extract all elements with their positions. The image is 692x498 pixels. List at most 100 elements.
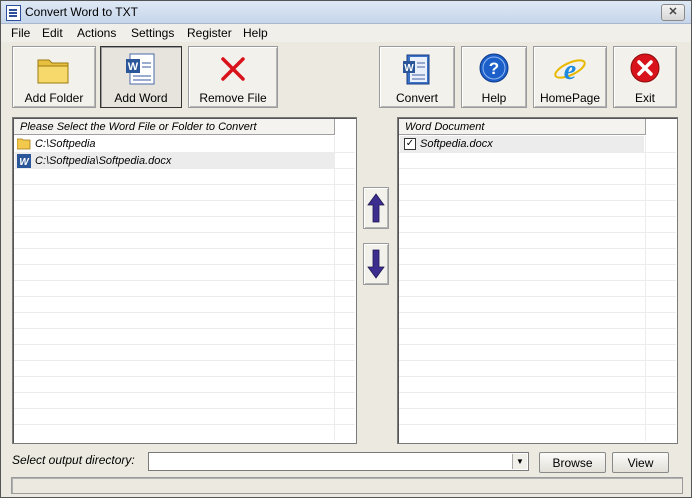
row-gridline [399, 424, 676, 425]
list-item[interactable]: W C:\Softpedia\Softpedia.docx [15, 153, 334, 169]
row-gridline [14, 200, 355, 201]
row-gridline [399, 360, 676, 361]
item-checkbox[interactable]: ✓ [404, 138, 416, 150]
svg-text:W: W [404, 63, 414, 74]
column-gridline [334, 136, 335, 441]
output-directory-label: Select output directory: [12, 453, 135, 467]
internet-explorer-icon: e [554, 55, 586, 86]
browse-button[interactable]: Browse [539, 452, 606, 473]
row-gridline [14, 376, 355, 377]
list-item-path: C:\Softpedia [35, 138, 96, 150]
row-gridline [399, 248, 676, 249]
homepage-label: HomePage [539, 91, 601, 105]
menu-actions[interactable]: Actions [77, 26, 116, 40]
close-button[interactable]: ✕ [661, 4, 685, 21]
app-window: Convert Word to TXT ✕ File Edit Actions … [0, 0, 692, 498]
add-word-button[interactable]: W Add Word [100, 46, 182, 108]
word-document-list[interactable]: Word Document ✓ Softpedia.docx [397, 117, 678, 444]
source-list-header[interactable]: Please Select the Word File or Folder to… [14, 119, 334, 135]
row-gridline [14, 344, 355, 345]
word-doc-icon: W [17, 154, 31, 168]
status-bar [11, 477, 683, 494]
convert-label: Convert [395, 91, 439, 105]
move-down-button[interactable] [363, 243, 389, 285]
add-folder-label: Add Folder [24, 91, 84, 105]
row-gridline [14, 216, 355, 217]
menu-file[interactable]: File [11, 26, 30, 40]
row-gridline [399, 232, 676, 233]
row-gridline [399, 216, 676, 217]
row-gridline [14, 184, 355, 185]
row-gridline [399, 168, 676, 169]
help-icon: ? [479, 53, 509, 83]
chevron-down-icon[interactable]: ▼ [512, 454, 527, 469]
exit-icon [630, 53, 660, 83]
row-gridline [399, 152, 676, 153]
help-label: Help [481, 91, 507, 105]
row-gridline [399, 312, 676, 313]
move-up-button[interactable] [363, 187, 389, 229]
output-directory-combobox[interactable]: ▼ [148, 452, 529, 471]
homepage-button[interactable]: e HomePage [533, 46, 607, 108]
list-item-path: C:\Softpedia\Softpedia.docx [35, 155, 172, 167]
arrow-up-icon [367, 193, 385, 223]
menu-settings[interactable]: Settings [131, 26, 174, 40]
arrow-down-icon [367, 249, 385, 279]
row-gridline [399, 296, 676, 297]
word-document-header[interactable]: Word Document [399, 119, 645, 135]
row-gridline [14, 280, 355, 281]
add-word-label: Add Word [114, 91, 168, 105]
exit-button[interactable]: Exit [613, 46, 677, 108]
row-gridline [399, 280, 676, 281]
row-gridline [14, 232, 355, 233]
row-gridline [399, 184, 676, 185]
source-file-list[interactable]: Please Select the Word File or Folder to… [12, 117, 357, 444]
row-gridline [14, 264, 355, 265]
menu-register[interactable]: Register [187, 26, 232, 40]
close-icon: ✕ [668, 6, 678, 18]
row-gridline [14, 424, 355, 425]
help-button[interactable]: ? Help [461, 46, 527, 108]
word-doc-icon: W [126, 53, 155, 85]
add-folder-button[interactable]: Add Folder [12, 46, 96, 108]
menu-edit[interactable]: Edit [42, 26, 63, 40]
list-item[interactable]: ✓ Softpedia.docx [400, 136, 644, 152]
folder-icon [37, 59, 69, 84]
row-gridline [399, 408, 676, 409]
header-separator [334, 119, 335, 135]
row-gridline [14, 312, 355, 313]
view-button[interactable]: View [612, 452, 669, 473]
row-gridline [14, 328, 355, 329]
column-gridline [645, 136, 646, 441]
row-gridline [14, 408, 355, 409]
window-title: Convert Word to TXT [25, 5, 138, 19]
row-gridline [399, 200, 676, 201]
row-gridline [399, 392, 676, 393]
folder-icon [17, 138, 31, 150]
convert-button[interactable]: W Convert [379, 46, 455, 108]
list-item-filename: Softpedia.docx [420, 138, 493, 150]
menu-help[interactable]: Help [243, 26, 268, 40]
convert-notebook-icon: W [403, 54, 430, 85]
row-gridline [14, 392, 355, 393]
row-gridline [14, 360, 355, 361]
menu-bar: File Edit Actions Settings Register Help [1, 24, 691, 42]
svg-text:W: W [19, 157, 30, 168]
row-gridline [399, 344, 676, 345]
app-icon [6, 5, 21, 21]
row-gridline [399, 376, 676, 377]
svg-text:W: W [128, 61, 139, 73]
remove-file-button[interactable]: Remove File [188, 46, 278, 108]
row-gridline [14, 248, 355, 249]
svg-text:e: e [564, 55, 576, 86]
row-gridline [14, 296, 355, 297]
row-gridline [399, 328, 676, 329]
remove-x-icon [221, 57, 245, 81]
svg-text:?: ? [489, 59, 499, 78]
remove-file-label: Remove File [199, 91, 267, 105]
title-bar: Convert Word to TXT ✕ [1, 1, 691, 24]
row-gridline [399, 264, 676, 265]
header-separator [645, 119, 646, 135]
list-item[interactable]: C:\Softpedia [15, 136, 333, 152]
exit-label: Exit [634, 91, 655, 105]
